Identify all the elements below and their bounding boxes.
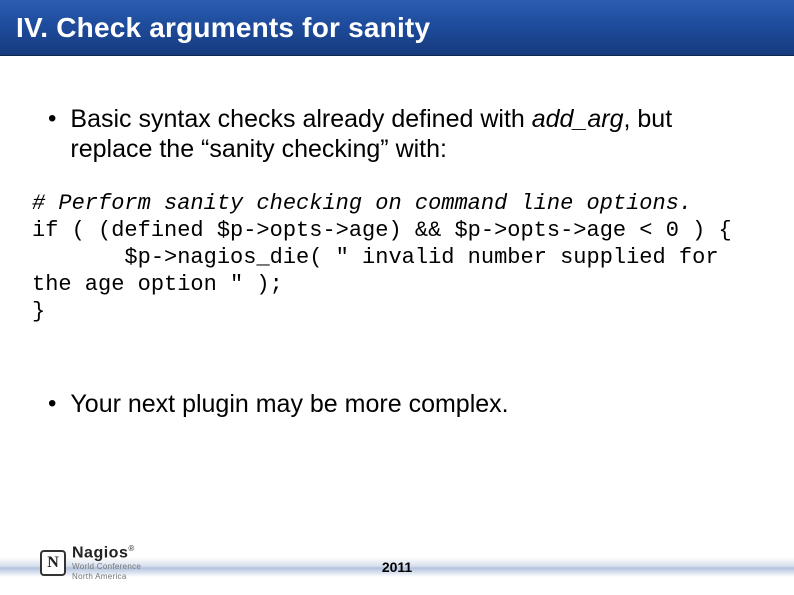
nagios-logo-mark: N bbox=[40, 550, 66, 576]
logo-sub1: World Conference bbox=[72, 563, 141, 571]
nagios-logo: N Nagios® World Conference North America bbox=[40, 545, 141, 581]
bullet-dot: • bbox=[48, 104, 56, 134]
slide-content: • Basic syntax checks already defined wi… bbox=[0, 56, 794, 419]
logo-sub2: North America bbox=[72, 573, 141, 581]
bullet-1-text: Basic syntax checks already defined with… bbox=[70, 104, 756, 164]
code-line-1: if ( (defined $p->opts->age) && $p->opts… bbox=[32, 218, 732, 243]
bullet-dot: • bbox=[48, 389, 56, 419]
nagios-logo-text: Nagios® World Conference North America bbox=[72, 545, 141, 581]
registered-mark: ® bbox=[128, 544, 134, 553]
slide-footer: N Nagios® World Conference North America… bbox=[0, 539, 794, 595]
bullet-1-prefix: Basic syntax checks already defined with bbox=[70, 105, 531, 133]
code-line-2: $p->nagios_die( " invalid number supplie… bbox=[32, 245, 732, 297]
title-bar: IV. Check arguments for sanity bbox=[0, 0, 794, 56]
bullet-1-emph: add_arg bbox=[532, 105, 624, 133]
code-block: # Perform sanity checking on command lin… bbox=[32, 190, 756, 325]
logo-name: Nagios® bbox=[72, 545, 141, 561]
slide-title: IV. Check arguments for sanity bbox=[16, 12, 430, 44]
footer-year: 2011 bbox=[382, 559, 412, 575]
code-line-3: } bbox=[32, 299, 45, 324]
bullet-2-text: Your next plugin may be more complex. bbox=[70, 389, 508, 419]
bullet-2: • Your next plugin may be more complex. bbox=[38, 389, 756, 419]
bullet-1: • Basic syntax checks already defined wi… bbox=[38, 104, 756, 164]
slide: IV. Check arguments for sanity • Basic s… bbox=[0, 0, 794, 595]
code-comment: # Perform sanity checking on command lin… bbox=[32, 191, 692, 216]
